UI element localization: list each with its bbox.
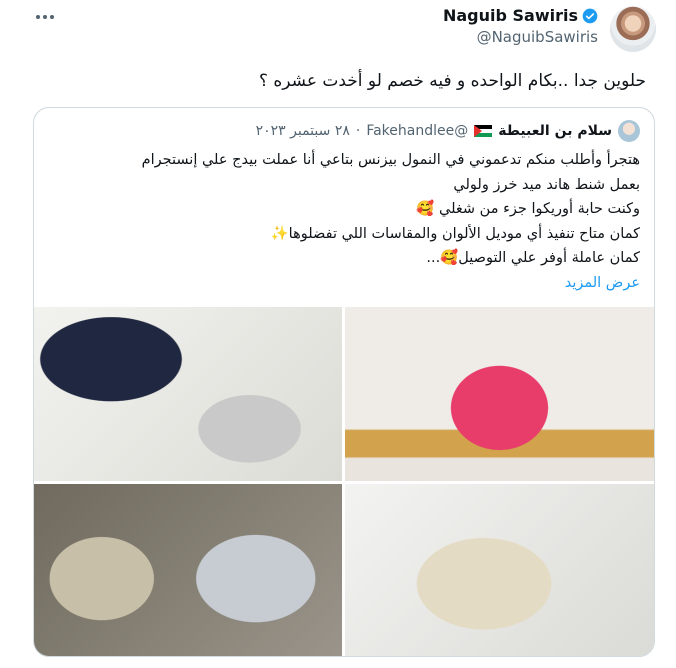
author-avatar[interactable] xyxy=(610,6,656,52)
more-options-icon[interactable] xyxy=(36,10,56,24)
photo-pearl-and-crystal-bags[interactable] xyxy=(34,484,342,656)
quoted-author-name[interactable]: سلام بن العبيطة xyxy=(498,123,612,139)
show-more-link[interactable]: عرض المزيد xyxy=(46,271,640,296)
quoted-author-avatar[interactable] xyxy=(618,120,640,142)
quoted-tweet[interactable]: سلام بن العبيطة @Fakehandlee · ٢٨ سبتمبر… xyxy=(33,107,655,657)
quoted-text-line: كمان متاح تنفيذ أي موديل الألوان والمقاس… xyxy=(270,225,640,242)
quoted-tweet-text: هتجرأ وأطلب منكم تدعموني في النمول بيزنس… xyxy=(46,148,640,295)
photo-pink-heart-beaded-bag[interactable] xyxy=(345,307,654,481)
photo-dark-and-clear-beaded-bags[interactable] xyxy=(34,307,342,481)
quoted-tweet-header: سلام بن العبيطة @Fakehandlee · ٢٨ سبتمبر… xyxy=(256,120,640,142)
quoted-text-line: بعمل شنط هاند ميد خرز ولولي xyxy=(453,176,640,193)
tweet-text: حلوين جدا ..بكام الواحده و فيه خصم لو أخ… xyxy=(258,71,646,91)
quoted-tweet-date[interactable]: ٢٨ سبتمبر ٢٠٢٣ xyxy=(256,123,350,139)
quoted-text-line: كمان عاملة أوفر علي التوصيل🥰... xyxy=(426,250,640,266)
media-grid xyxy=(34,307,654,656)
author-handle[interactable]: @NaguibSawiris xyxy=(443,28,598,46)
author-name[interactable]: Naguib Sawiris xyxy=(443,6,578,25)
quoted-text-line: هتجرأ وأطلب منكم تدعموني في النمول بيزنس… xyxy=(141,152,640,168)
photo-pearl-beaded-bag[interactable] xyxy=(345,484,654,656)
tweet-author[interactable]: Naguib Sawiris @NaguibSawiris xyxy=(443,6,598,46)
palestine-flag-icon xyxy=(474,125,493,137)
verified-badge-icon xyxy=(582,8,598,23)
quoted-text-line: وكنت حابة أوريكوا جزء من شغلي 🥰 xyxy=(416,201,640,217)
meta-separator: · xyxy=(355,123,361,139)
quoted-author-handle[interactable]: @Fakehandlee xyxy=(366,123,468,139)
